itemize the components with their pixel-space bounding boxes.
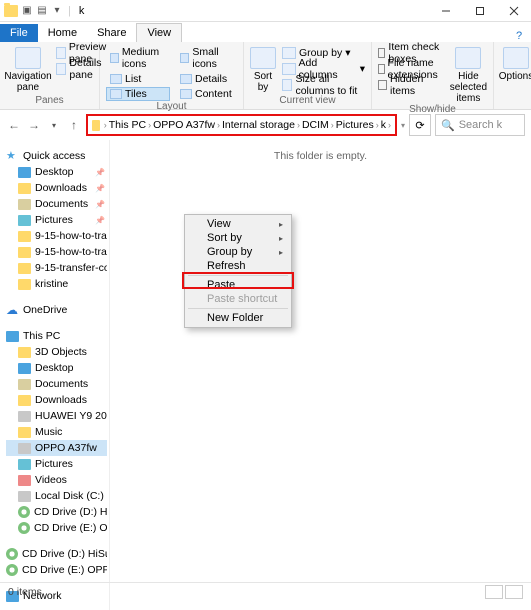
hide-selected-button[interactable]: Hide selected items: [450, 45, 487, 104]
recent-dropdown[interactable]: ▾: [46, 117, 62, 133]
size-columns-button[interactable]: Size all columns to fit: [282, 77, 365, 92]
view-details-button[interactable]: [485, 585, 503, 599]
tree-item[interactable]: CD Drive (E:) OPPO: [6, 520, 107, 536]
close-button[interactable]: [497, 0, 531, 22]
tree-item[interactable]: Music: [6, 424, 107, 440]
tree-item[interactable]: CD Drive (D:) HiSuit: [6, 504, 107, 520]
ctx-paste[interactable]: Paste: [187, 278, 289, 292]
tree-item[interactable]: Videos: [6, 472, 107, 488]
breadcrumb-item[interactable]: DCIM: [302, 119, 329, 131]
ctx-new-folder[interactable]: New Folder: [187, 311, 289, 325]
qat-newfolder-icon[interactable]: ▤: [36, 5, 48, 17]
folder-icon: [4, 5, 18, 17]
up-button[interactable]: ↑: [66, 117, 82, 133]
forward-button[interactable]: →: [26, 117, 42, 133]
tree-item[interactable]: 3D Objects: [6, 344, 107, 360]
ctx-sortby[interactable]: Sort by▸: [187, 231, 289, 245]
breadcrumb-item[interactable]: Internal storage: [222, 119, 295, 131]
layout-list[interactable]: List: [106, 72, 170, 86]
breadcrumb-item[interactable]: This PC: [109, 119, 146, 131]
tree-item[interactable]: Desktop: [6, 360, 107, 376]
breadcrumb-item[interactable]: k: [381, 119, 386, 131]
tree-item[interactable]: 9-15-how-to-transf: [6, 244, 107, 260]
qat-properties-icon[interactable]: ▣: [21, 5, 33, 17]
ctx-paste-shortcut: Paste shortcut: [187, 292, 289, 306]
navigation-tree[interactable]: ★Quick access Desktop Downloads Document…: [0, 140, 110, 610]
tree-item[interactable]: Downloads: [6, 180, 107, 196]
help-button[interactable]: ?: [507, 30, 531, 42]
context-menu: View▸ Sort by▸ Group by▸ Refresh Paste P…: [184, 214, 292, 328]
ctx-groupby[interactable]: Group by▸: [187, 245, 289, 259]
maximize-button[interactable]: [463, 0, 497, 22]
group-layout-label: Layout: [106, 101, 237, 112]
content-area[interactable]: This folder is empty. View▸ Sort by▸ Gro…: [110, 140, 531, 610]
empty-folder-text: This folder is empty.: [110, 150, 531, 162]
ctx-refresh[interactable]: Refresh: [187, 259, 289, 273]
navigation-pane-button[interactable]: Navigation pane: [6, 45, 50, 93]
group-panes-label: Panes: [6, 95, 93, 106]
layout-small-icons[interactable]: Small icons: [176, 45, 236, 71]
breadcrumb-item[interactable]: Pictures: [336, 119, 374, 131]
search-input[interactable]: 🔍Search k: [435, 114, 525, 136]
tree-item[interactable]: 9-15-how-to-transf: [6, 228, 107, 244]
tree-item[interactable]: CD Drive (E:) OPPO D: [6, 562, 107, 578]
tree-item[interactable]: kristine: [6, 276, 107, 292]
sort-by-button[interactable]: Sort by: [250, 45, 276, 93]
refresh-button[interactable]: ⟳: [409, 114, 431, 136]
view-thumbnails-button[interactable]: [505, 585, 523, 599]
layout-medium-icons[interactable]: Medium icons: [106, 45, 170, 71]
tree-this-pc[interactable]: This PC: [6, 328, 107, 344]
layout-content[interactable]: Content: [176, 87, 236, 101]
status-item-count: 0 items: [8, 586, 42, 598]
back-button[interactable]: ←: [6, 117, 22, 133]
tree-item[interactable]: Documents: [6, 196, 107, 212]
tab-share[interactable]: Share: [87, 24, 136, 42]
hidden-items-toggle[interactable]: Hidden items: [378, 77, 444, 92]
window-title: k: [79, 5, 85, 17]
breadcrumb-item[interactable]: OPPO A37fw: [153, 119, 215, 131]
layout-details[interactable]: Details: [176, 72, 236, 86]
status-bar: 0 items: [0, 582, 531, 600]
tree-item[interactable]: Desktop: [6, 164, 107, 180]
tree-item-selected[interactable]: OPPO A37fw: [6, 440, 107, 456]
ctx-view[interactable]: View▸: [187, 217, 289, 231]
tree-item[interactable]: Downloads: [6, 392, 107, 408]
tree-item[interactable]: CD Drive (D:) HiSuite: [6, 546, 107, 562]
minimize-button[interactable]: [429, 0, 463, 22]
tree-item[interactable]: Pictures: [6, 212, 107, 228]
tab-home[interactable]: Home: [38, 24, 87, 42]
options-button[interactable]: Options: [500, 45, 531, 82]
search-icon: 🔍: [441, 119, 455, 132]
tab-file[interactable]: File: [0, 24, 38, 42]
tree-item[interactable]: Documents: [6, 376, 107, 392]
qat-dropdown-icon[interactable]: ▾: [51, 5, 63, 17]
group-currentview-label: Current view: [250, 95, 365, 106]
tree-item[interactable]: Local Disk (C:): [6, 488, 107, 504]
tab-view[interactable]: View: [136, 23, 182, 42]
tree-onedrive[interactable]: ☁OneDrive: [6, 302, 107, 318]
layout-tiles[interactable]: Tiles: [106, 87, 170, 101]
breadcrumb[interactable]: › This PC› OPPO A37fw› Internal storage›…: [86, 114, 397, 136]
folder-icon: [92, 120, 100, 131]
tree-quick-access[interactable]: ★Quick access: [6, 148, 107, 164]
tree-item[interactable]: Pictures: [6, 456, 107, 472]
tree-item[interactable]: HUAWEI Y9 2019: [6, 408, 107, 424]
tree-item[interactable]: 9-15-transfer-conta: [6, 260, 107, 276]
